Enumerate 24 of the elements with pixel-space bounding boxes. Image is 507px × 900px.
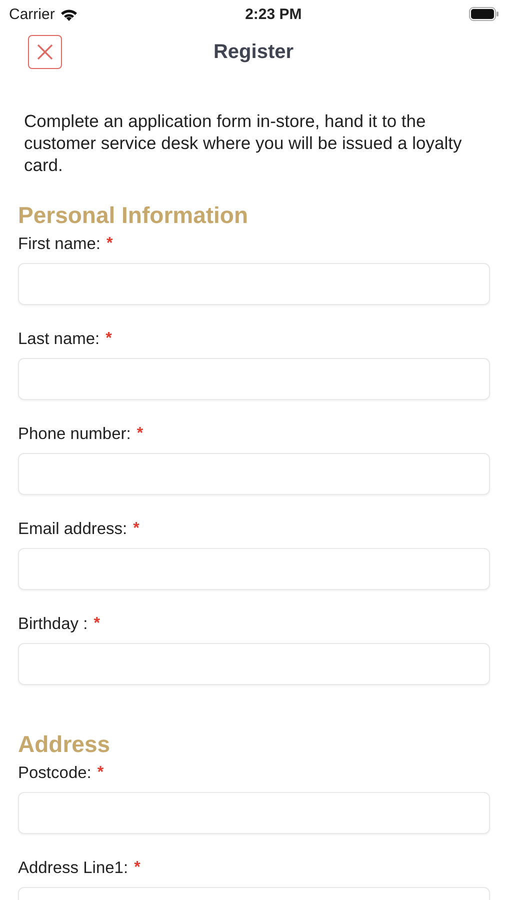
field-label: Address Line1: — [18, 858, 128, 878]
field-label: Phone number: — [18, 424, 131, 444]
carrier-label: Carrier — [9, 6, 55, 22]
required-mark: * — [106, 235, 113, 253]
section-heading: Address — [18, 731, 112, 758]
wifi-icon — [60, 8, 78, 20]
required-mark: * — [136, 425, 144, 443]
close-button[interactable] — [28, 35, 62, 69]
field-label: Email address: — [18, 520, 128, 538]
required-mark: * — [134, 859, 140, 877]
required-mark: * — [133, 520, 140, 538]
field-label: Birthday : — [18, 614, 88, 634]
page-title: Register — [213, 40, 294, 64]
field-label: First name: — [18, 234, 101, 254]
required-mark: * — [106, 330, 112, 348]
battery-icon — [468, 7, 499, 21]
intro-text: Complete an application form in-store, hand it to the customer service desk where you will be issued a loyalty card. — [24, 110, 463, 176]
required-mark: * — [94, 615, 100, 633]
section-heading: Personal Information — [18, 202, 250, 229]
required-mark: * — [97, 764, 104, 782]
field-label: Postcode: — [18, 764, 92, 782]
clock-time: 2:23 PM — [245, 6, 302, 22]
field-label: Last name: — [18, 330, 100, 348]
close-icon — [36, 43, 54, 61]
